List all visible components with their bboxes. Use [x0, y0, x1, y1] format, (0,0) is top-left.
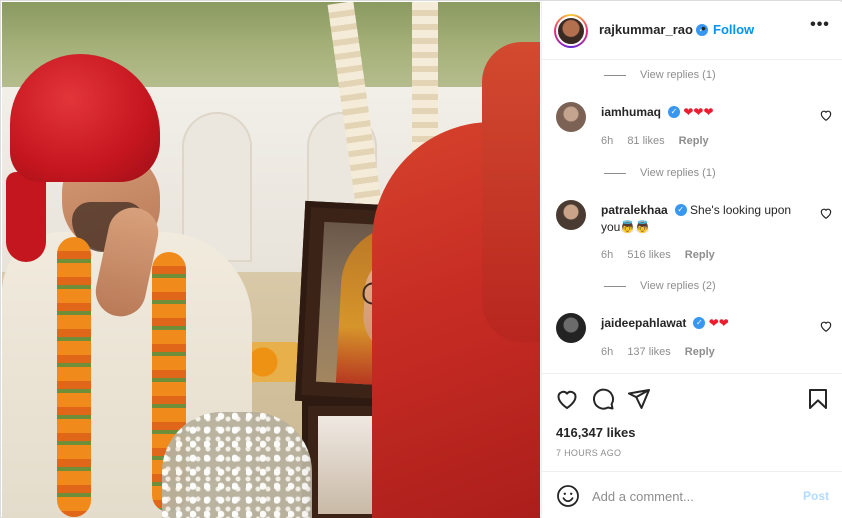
bookmark-icon[interactable] — [806, 387, 830, 411]
heart-icon[interactable] — [555, 387, 579, 411]
divider — [604, 74, 626, 76]
comment-username[interactable]: iamhumaq — [601, 105, 661, 119]
comment-username[interactable]: patralekhaa — [601, 203, 668, 217]
follow-button[interactable]: Follow — [713, 22, 754, 37]
avatar[interactable] — [556, 200, 586, 230]
comment-text: ❤❤ — [708, 316, 729, 330]
share-icon[interactable] — [627, 387, 651, 411]
like-heart-icon[interactable] — [819, 319, 833, 333]
comment-item: patralekhaa ✓ She's looking upon you👼👼 6h… — [556, 200, 836, 270]
author-username[interactable]: rajkummar_rao ✓ — [599, 22, 708, 37]
view-replies-label[interactable]: View replies (1) — [640, 69, 716, 81]
author-username-text[interactable]: rajkummar_rao — [599, 22, 693, 37]
avatar[interactable] — [556, 102, 586, 132]
comment-item: iamhumaq ✓ ❤❤❤ 6h 81 likes Reply — [556, 102, 836, 152]
view-replies-label[interactable]: View replies (2) — [640, 280, 716, 292]
reply-button[interactable]: Reply — [679, 135, 709, 147]
like-heart-icon[interactable] — [819, 206, 833, 220]
comment-body: iamhumaq ✓ ❤❤❤ — [601, 104, 811, 121]
post-modal: rajkummar_rao ✓ • Follow ••• View replies… — [0, 0, 842, 518]
comment-meta: 6h 81 likes Reply — [601, 135, 720, 147]
comment-username[interactable]: jaideepahlawat — [601, 316, 686, 330]
comment-age: 6h — [601, 135, 614, 147]
view-replies-button[interactable]: View replies (1) — [604, 69, 716, 81]
comment-age: 6h — [601, 346, 614, 358]
divider — [604, 172, 626, 174]
reply-button[interactable]: Reply — [685, 249, 715, 261]
view-replies-label[interactable]: View replies (1) — [640, 167, 716, 179]
verified-icon: ✓ — [693, 316, 706, 329]
verified-icon: ✓ — [668, 105, 681, 118]
divider — [604, 285, 626, 287]
more-options-icon[interactable]: ••• — [808, 16, 832, 40]
photo-turban-tail — [6, 172, 46, 262]
photo-flowers — [162, 412, 312, 518]
photo-garland — [57, 237, 91, 517]
comment-composer: Post — [542, 471, 842, 518]
post-side-panel: rajkummar_rao ✓ • Follow ••• View replies… — [541, 2, 842, 518]
comment-meta: 6h 137 likes Reply — [601, 346, 726, 358]
post-photo[interactable] — [2, 2, 540, 518]
verified-icon: ✓ — [674, 203, 687, 216]
separator-dot: • — [701, 20, 706, 36]
post-header: rajkummar_rao ✓ • Follow ••• — [542, 2, 842, 60]
post-actions: 416,347 likes 7 HOURS AGO — [542, 373, 842, 471]
comment-text: ❤❤❤ — [683, 105, 714, 119]
comment-item: jaideepahlawat ✓ ❤❤ 6h 137 likes Reply — [556, 313, 836, 363]
like-count[interactable]: 416,347 likes — [556, 425, 636, 440]
comment-input[interactable] — [592, 485, 792, 507]
comment-likes[interactable]: 137 likes — [627, 346, 670, 358]
comment-age: 6h — [601, 249, 614, 261]
post-timestamp[interactable]: 7 HOURS AGO — [556, 448, 621, 458]
comment-likes[interactable]: 516 likes — [627, 249, 670, 261]
emoji-icon[interactable] — [556, 484, 580, 508]
view-replies-button[interactable]: View replies (1) — [604, 167, 716, 179]
view-replies-button[interactable]: View replies (2) — [604, 280, 716, 292]
comment-body: jaideepahlawat ✓ ❤❤ — [601, 315, 811, 332]
photo-bride-veil — [482, 42, 540, 342]
avatar[interactable] — [556, 313, 586, 343]
comment-icon[interactable] — [591, 387, 615, 411]
comment-body: patralekhaa ✓ She's looking upon you👼👼 — [601, 202, 801, 236]
comment-likes[interactable]: 81 likes — [627, 135, 664, 147]
avatar[interactable] — [554, 14, 588, 48]
like-heart-icon[interactable] — [819, 108, 833, 122]
comment-meta: 6h 516 likes Reply — [601, 249, 726, 261]
reply-button[interactable]: Reply — [685, 346, 715, 358]
post-button[interactable]: Post — [803, 489, 829, 503]
